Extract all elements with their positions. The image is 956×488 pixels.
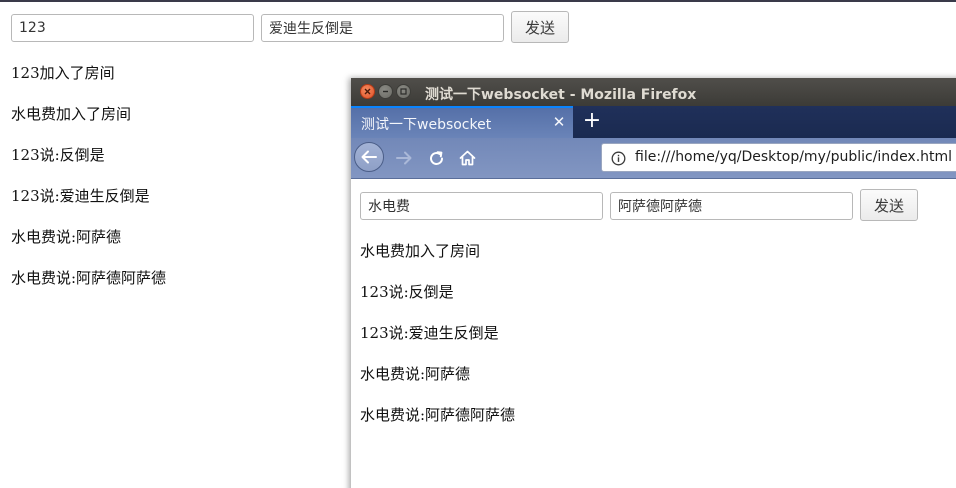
desktop: 发送 123加入了房间 水电费加入了房间 123说:反倒是 123说:爱迪生反倒… xyxy=(0,0,956,488)
chat-message: 123说:反倒是 xyxy=(360,283,454,301)
close-icon[interactable] xyxy=(360,84,375,99)
url-bar[interactable]: file:///home/yq/Desktop/my/public/index.… xyxy=(601,143,956,172)
send-button[interactable]: 发送 xyxy=(511,11,569,43)
chat-page-firefox: 发送 水电费加入了房间 123说:反倒是 123说:爱迪生反倒是 水电费说:阿萨… xyxy=(351,179,956,488)
tab-title: 测试一下websocket xyxy=(361,117,492,133)
message-input[interactable] xyxy=(261,14,504,42)
firefox-window: 测试一下websocket - Mozilla Firefox 测试一下webs… xyxy=(351,78,956,488)
message-input[interactable] xyxy=(610,192,853,220)
new-tab-icon[interactable]: + xyxy=(581,108,603,134)
back-arrow-icon[interactable] xyxy=(354,142,384,172)
window-title: 测试一下websocket - Mozilla Firefox xyxy=(425,87,697,103)
username-input[interactable] xyxy=(11,14,254,42)
home-icon[interactable] xyxy=(456,147,478,169)
username-input[interactable] xyxy=(360,192,603,220)
forward-arrow-icon[interactable] xyxy=(393,147,415,169)
chat-message: 123说:爱迪生反倒是 xyxy=(11,187,150,205)
minimize-icon[interactable] xyxy=(378,84,393,99)
tab-close-icon[interactable]: ✕ xyxy=(551,112,567,132)
chat-message: 水电费加入了房间 xyxy=(360,242,481,260)
maximize-icon[interactable] xyxy=(396,84,411,99)
chat-message: 水电费加入了房间 xyxy=(11,105,132,123)
chat-message: 123说:反倒是 xyxy=(11,146,105,164)
reload-icon[interactable] xyxy=(425,147,447,169)
chat-message: 水电费说:阿萨德阿萨德 xyxy=(360,406,516,424)
tab-active[interactable]: 测试一下websocket ✕ xyxy=(351,106,573,138)
chat-message: 水电费说:阿萨德 xyxy=(360,365,471,383)
chat-message: 123说:爱迪生反倒是 xyxy=(360,324,499,342)
navigation-toolbar: file:///home/yq/Desktop/my/public/index.… xyxy=(351,138,956,179)
window-titlebar[interactable]: 测试一下websocket - Mozilla Firefox xyxy=(351,78,956,106)
send-button[interactable]: 发送 xyxy=(860,189,918,221)
chat-message: 水电费说:阿萨德阿萨德 xyxy=(11,269,167,287)
chat-message: 水电费说:阿萨德 xyxy=(11,228,122,246)
url-text: file:///home/yq/Desktop/my/public/index.… xyxy=(635,149,953,165)
info-icon[interactable] xyxy=(610,150,626,166)
window-top-edge xyxy=(0,0,956,2)
chat-message: 123加入了房间 xyxy=(11,64,115,82)
tab-strip: 测试一下websocket ✕ + xyxy=(351,106,956,138)
